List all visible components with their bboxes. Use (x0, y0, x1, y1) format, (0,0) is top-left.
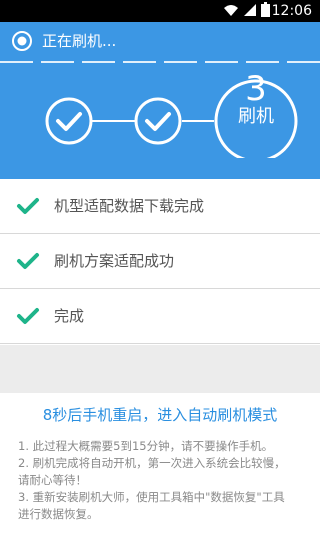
progress-dashes (0, 61, 320, 63)
check-icon (16, 252, 40, 270)
status-bar: 12:06 (0, 0, 320, 22)
note-line: 进行数据恢复。 (18, 507, 99, 521)
note-line: 请耐心等待！ (18, 473, 87, 487)
signal-icon (243, 2, 257, 21)
battery-icon (261, 1, 270, 21)
app-logo-icon (12, 31, 32, 51)
step-3-number: 3 (245, 69, 267, 109)
wifi-icon (223, 2, 239, 21)
check-icon (16, 197, 40, 215)
list-item: 机型适配数据下载完成 (0, 179, 320, 234)
instructions: 1. 此过程大概需要5到15分钟，请不要操作手机。 2. 刷机完成将自动开机，第… (18, 438, 310, 523)
step-3-label: 刷机 (238, 106, 274, 127)
note-line: 2. 刷机完成将自动开机，第一次进入系统会比较慢， (18, 456, 286, 470)
task-list: 机型适配数据下载完成 刷机方案适配成功 完成 (0, 179, 320, 344)
divider-band (0, 345, 320, 393)
status-time: 12:06 (271, 3, 312, 19)
status-icons (223, 1, 270, 21)
title-bar: 正在刷机... (0, 22, 320, 60)
step-1-circle (45, 97, 93, 145)
list-item: 完成 (0, 289, 320, 344)
task-label: 机型适配数据下载完成 (54, 197, 205, 215)
note-line: 1. 此过程大概需要5到15分钟，请不要操作手机。 (18, 439, 274, 453)
task-label: 完成 (54, 307, 85, 325)
list-item: 刷机方案适配成功 (0, 234, 320, 289)
step-1-check-icon (56, 112, 82, 131)
step-2-circle (134, 97, 182, 145)
check-icon (16, 307, 40, 325)
task-label: 刷机方案适配成功 (54, 252, 175, 270)
page-title: 正在刷机... (42, 32, 117, 50)
restart-message: 8秒后手机重启，进入自动刷机模式 (42, 406, 278, 424)
step-2-check-icon (145, 112, 171, 131)
note-line: 3. 重新安装刷机大师，使用工具箱中"数据恢复"工具 (18, 490, 285, 504)
